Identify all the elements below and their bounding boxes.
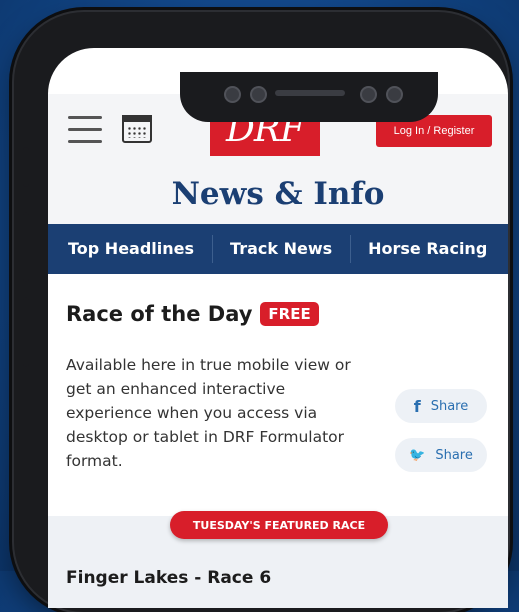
phone-screen: DRF Log In / Register News & Info Top He… [48, 48, 508, 608]
race-of-day-description: Available here in true mobile view or ge… [66, 356, 351, 470]
page-title: News & Info [48, 164, 508, 224]
featured-race-badge: TUESDAY'S FEATURED RACE [170, 511, 388, 539]
twitter-icon: 🐦 [409, 447, 426, 463]
hamburger-menu-icon[interactable] [68, 116, 102, 143]
phone-frame: DRF Log In / Register News & Info Top He… [14, 12, 508, 612]
phone-notch [180, 72, 438, 122]
camera-icon [224, 86, 241, 103]
twitter-share-button[interactable]: 🐦 Share [395, 438, 487, 472]
share-label: Share [430, 398, 469, 414]
tab-horse-racing[interactable]: Horse Racing [350, 224, 505, 274]
facebook-icon: f [413, 396, 421, 416]
share-label: Share [435, 447, 473, 463]
main-content: Race of the Day FREE Available here in t… [48, 274, 508, 608]
phone-side-button [23, 147, 29, 187]
sensor-icon [360, 86, 377, 103]
sensor-icon [386, 86, 403, 103]
speaker-grille [275, 90, 345, 96]
phone-volume-button [23, 297, 29, 367]
race-of-day-heading: Race of the Day FREE [66, 302, 319, 326]
tab-top-headlines[interactable]: Top Headlines [48, 224, 212, 274]
facebook-share-button[interactable]: f Share [395, 389, 487, 423]
free-badge: FREE [260, 302, 319, 326]
race-of-day-title: Race of the Day [66, 302, 253, 326]
phone-volume-button [23, 212, 29, 282]
calendar-icon[interactable] [122, 115, 152, 143]
nav-tabs: Top Headlines Track News Horse Racing [48, 224, 508, 274]
featured-race-name[interactable]: Finger Lakes - Race 6 [66, 568, 271, 588]
tab-track-news[interactable]: Track News [212, 224, 350, 274]
sensor-icon [250, 86, 267, 103]
